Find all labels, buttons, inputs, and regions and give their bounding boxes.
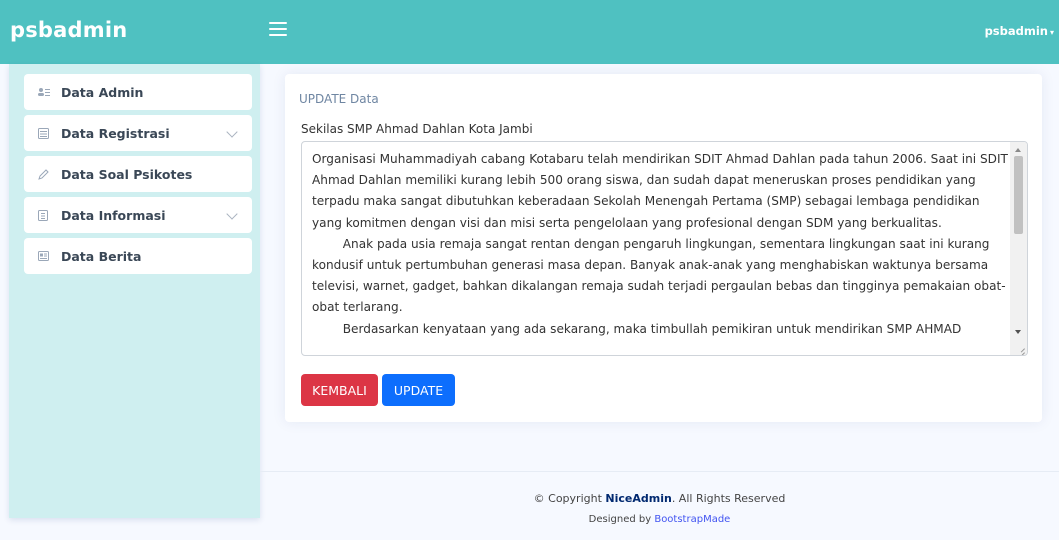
bootstrapmade-link[interactable]: BootstrapMade: [654, 514, 730, 525]
user-menu[interactable]: psbadmin ▾: [985, 24, 1054, 38]
copyright-suffix: . All Rights Reserved: [671, 492, 786, 505]
document-icon: [38, 209, 50, 221]
sidebar-item-label: Data Registrasi: [61, 125, 170, 141]
layers-icon: [38, 127, 50, 139]
sidebar-item-label: Data Admin: [61, 84, 144, 100]
sidebar-item-data-registrasi[interactable]: Data Registrasi: [24, 115, 252, 151]
field-label: Sekilas SMP Ahmad Dahlan Kota Jambi: [301, 122, 533, 136]
menu-toggle-icon[interactable]: [269, 22, 287, 38]
footer-credits: Designed by BootstrapMade: [260, 514, 1059, 525]
sidebar-item-label: Data Berita: [61, 248, 142, 264]
sidebar: Data Admin Data Registrasi Data Soal Psi…: [9, 64, 260, 518]
textarea-scrollbar[interactable]: [1010, 142, 1027, 355]
chevron-down-icon: [226, 208, 238, 220]
sidebar-item-data-berita[interactable]: Data Berita: [24, 238, 252, 274]
card-title: UPDATE Data: [299, 92, 379, 106]
sidebar-item-data-informasi[interactable]: Data Informasi: [24, 197, 252, 233]
newspaper-icon: [38, 251, 50, 262]
sidebar-item-label: Data Informasi: [61, 207, 166, 223]
footer-divider: [260, 471, 1059, 472]
caret-down-icon: ▾: [1049, 28, 1054, 37]
scroll-down-arrow-icon[interactable]: [1015, 330, 1021, 334]
textarea-content[interactable]: Organisasi Muhammadiyah cabang Kotabaru …: [312, 149, 1008, 340]
sidebar-item-data-admin[interactable]: Data Admin: [24, 74, 252, 110]
copyright-prefix: © Copyright: [533, 492, 606, 505]
chevron-down-icon: [226, 126, 238, 138]
top-header: psbadmin psbadmin ▾: [0, 0, 1059, 64]
people-icon: [38, 87, 50, 98]
sidebar-item-label: Data Soal Psikotes: [61, 166, 193, 182]
resize-handle-icon[interactable]: [1017, 345, 1025, 353]
user-name: psbadmin: [984, 24, 1048, 38]
sidebar-item-data-soal-psikotes[interactable]: Data Soal Psikotes: [24, 156, 252, 192]
update-button[interactable]: UPDATE: [382, 374, 455, 406]
copyright-brand: NiceAdmin: [605, 492, 672, 505]
pencil-icon: [38, 168, 50, 180]
scroll-up-arrow-icon[interactable]: [1015, 148, 1021, 152]
footer-copyright: © Copyright NiceAdmin. All Rights Reserv…: [260, 492, 1059, 505]
back-button[interactable]: KEMBALI: [301, 374, 378, 406]
update-card: UPDATE Data Sekilas SMP Ahmad Dahlan Kot…: [285, 74, 1042, 422]
description-textarea[interactable]: Organisasi Muhammadiyah cabang Kotabaru …: [301, 141, 1028, 356]
designed-prefix: Designed by: [588, 514, 655, 525]
scrollbar-thumb[interactable]: [1014, 156, 1023, 234]
brand-logo[interactable]: psbadmin: [10, 18, 127, 42]
